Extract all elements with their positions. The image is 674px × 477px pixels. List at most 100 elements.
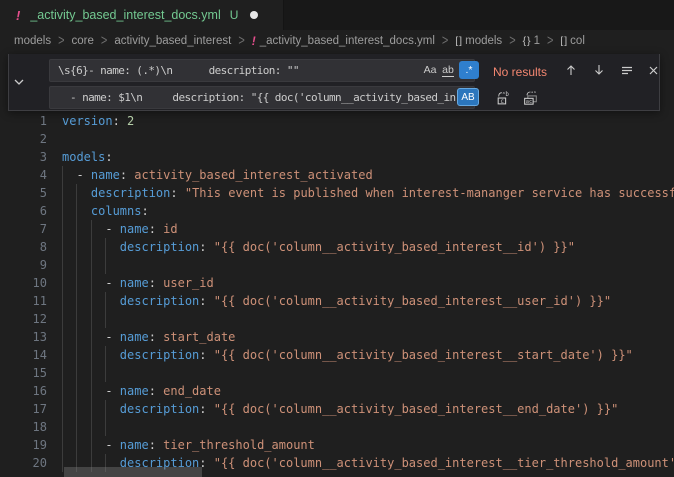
toggle-replace-chevron-icon[interactable] <box>11 74 27 90</box>
code-line-16[interactable]: 16 - name: end_date <box>0 382 674 400</box>
line-number: 6 <box>0 202 47 220</box>
breadcrumb-item-core[interactable]: core <box>72 35 94 47</box>
code-line-19[interactable]: 19 - name: tier_threshold_amount <box>0 436 674 454</box>
yaml-file-icon: ! <box>16 8 20 23</box>
line-number: 12 <box>0 310 47 328</box>
previous-match-button[interactable] <box>561 60 581 80</box>
line-number: 19 <box>0 436 47 454</box>
breadcrumb-item-models[interactable]: [ ] models <box>455 35 502 47</box>
line-number: 10 <box>0 274 47 292</box>
code-text: - name: end_date <box>62 382 221 400</box>
indent-guide <box>62 256 63 274</box>
code-line-13[interactable]: 13 - name: start_date <box>0 328 674 346</box>
preserve-case-toggle[interactable]: AB <box>457 88 479 106</box>
indent-guide <box>105 310 106 328</box>
breadcrumb-label: models <box>14 35 51 47</box>
svg-text:c: c <box>500 99 504 105</box>
tab-active-yaml-file[interactable]: ! _activity_based_interest_docs.yml U <box>0 0 284 30</box>
breadcrumb-label: models <box>465 35 502 47</box>
close-find-widget-icon[interactable] <box>643 60 663 80</box>
line-number: 18 <box>0 418 47 436</box>
find-results-count: No results <box>493 65 547 79</box>
code-text: description: "This event is published wh… <box>62 184 674 202</box>
indent-guide <box>76 418 77 436</box>
code-line-3[interactable]: 3 models: <box>0 148 674 166</box>
replace-all-icon[interactable]: ᵃᵇ ac <box>521 87 541 107</box>
code-line-15[interactable]: 15 <box>0 364 674 382</box>
code-text: version: 2 <box>62 112 134 130</box>
code-line-9[interactable]: 9 <box>0 256 674 274</box>
indent-guide <box>62 310 63 328</box>
breadcrumb-item-activity_based_interest[interactable]: activity_based_interest <box>114 35 231 47</box>
breadcrumb: models > core > activity_based_interest >! _ac… <box>0 30 674 52</box>
code-line-18[interactable]: 18 <box>0 418 674 436</box>
code-text: description: "{{ doc('column__activity_b… <box>62 400 618 418</box>
breadcrumb-label: core <box>72 35 94 47</box>
line-number: 15 <box>0 364 47 382</box>
object-symbol-icon: { } <box>523 35 530 47</box>
breadcrumb-separator-icon: > <box>238 33 244 49</box>
code-line-8[interactable]: 8 description: "{{ doc('column__activity… <box>0 238 674 256</box>
line-number: 16 <box>0 382 47 400</box>
line-number: 5 <box>0 184 47 202</box>
code-line-10[interactable]: 10 - name: user_id <box>0 274 674 292</box>
array-symbol-icon: [ ] <box>455 35 461 47</box>
line-number: 3 <box>0 148 47 166</box>
code-text: - name: user_id <box>62 274 214 292</box>
code-line-5[interactable]: 5 description: "This event is published … <box>0 184 674 202</box>
code-line-1[interactable]: 1 version: 2 <box>0 112 674 130</box>
code-line-2[interactable]: 2 <box>0 130 674 148</box>
indent-guide <box>76 310 77 328</box>
code-text: - name: id <box>62 220 178 238</box>
line-number: 17 <box>0 400 47 418</box>
git-status-badge: U <box>230 8 239 22</box>
code-line-12[interactable]: 12 <box>0 310 674 328</box>
tab-bar: ! _activity_based_interest_docs.yml U <box>0 0 674 30</box>
match-case-toggle[interactable]: Aa <box>421 61 439 79</box>
svg-text:ac: ac <box>526 99 532 105</box>
code-line-4[interactable]: 4 - name: activity_based_interest_activa… <box>0 166 674 184</box>
code-area[interactable]: 1 version: 2 23 models:4 - name: activity_b… <box>0 112 674 477</box>
whole-word-toggle[interactable]: ab <box>439 61 457 79</box>
line-number: 1 <box>0 112 47 130</box>
line-number: 13 <box>0 328 47 346</box>
horizontal-scrollbar[interactable] <box>64 467 202 477</box>
indent-guide <box>105 256 106 274</box>
breadcrumb-label: col <box>570 35 585 47</box>
indent-guide <box>62 364 63 382</box>
code-line-14[interactable]: 14 description: "{{ doc('column__activit… <box>0 346 674 364</box>
next-match-button[interactable] <box>589 60 609 80</box>
code-line-11[interactable]: 11 description: "{{ doc('column__activit… <box>0 292 674 310</box>
line-number: 4 <box>0 166 47 184</box>
breadcrumb-item-_activity_based_interest_docs.yml[interactable]: ! _activity_based_interest_docs.yml <box>252 34 435 48</box>
find-in-selection-icon[interactable] <box>617 60 637 80</box>
breadcrumb-separator-icon: > <box>58 33 64 49</box>
code-text: - name: start_date <box>62 328 235 346</box>
code-text: description: "{{ doc('column__activity_b… <box>62 346 633 364</box>
line-number: 7 <box>0 220 47 238</box>
breadcrumb-label: 1 <box>534 35 540 47</box>
breadcrumb-separator-icon: > <box>101 33 107 49</box>
breadcrumb-separator-icon: > <box>509 33 515 49</box>
breadcrumb-item-1[interactable]: { } 1 <box>523 35 540 47</box>
replace-one-icon[interactable]: ᵃb c <box>493 87 513 107</box>
indent-guide <box>91 310 92 328</box>
code-text: models: <box>62 148 113 166</box>
unsaved-changes-dot[interactable] <box>250 11 258 19</box>
code-line-6[interactable]: 6 columns: <box>0 202 674 220</box>
code-line-7[interactable]: 7 - name: id <box>0 220 674 238</box>
code-text: description: "{{ doc('column__activity_b… <box>62 238 575 256</box>
replace-input[interactable]: - name: $1\n description: "{{ doc('colum… <box>49 86 475 109</box>
find-input[interactable]: \s{6}- name: (.*)\n description: "" <box>49 59 475 82</box>
line-number: 9 <box>0 256 47 274</box>
breadcrumb-item-col[interactable]: [ ]col <box>560 35 584 47</box>
yaml-symbol-icon: ! <box>252 34 256 48</box>
line-number: 2 <box>0 130 47 148</box>
breadcrumb-item-models[interactable]: models <box>14 35 51 47</box>
code-line-17[interactable]: 17 description: "{{ doc('column__activit… <box>0 400 674 418</box>
indent-guide <box>91 256 92 274</box>
regex-toggle[interactable]: .* <box>459 61 479 79</box>
indent-guide <box>91 418 92 436</box>
breadcrumb-label: _activity_based_interest_docs.yml <box>260 35 435 47</box>
line-number: 14 <box>0 346 47 364</box>
